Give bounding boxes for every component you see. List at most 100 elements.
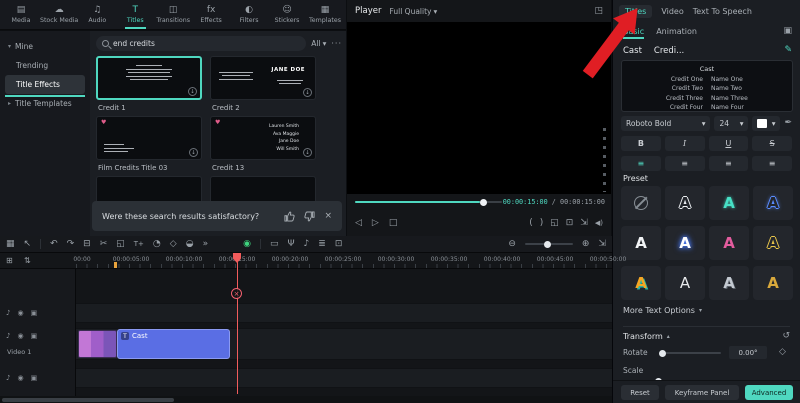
align-justify-button[interactable]: ≡ [752, 156, 792, 171]
previous-frame-icon[interactable]: ◁ [355, 219, 362, 228]
download-icon[interactable]: ↓ [303, 148, 312, 157]
tab-titles-properties[interactable]: Titles [619, 5, 652, 18]
tab-stickers[interactable]: ☺Stickers [268, 0, 306, 29]
play-button-icon[interactable]: ▷ [372, 219, 379, 228]
rotate-value[interactable]: 0.00° [729, 346, 767, 359]
title-clip-cast[interactable]: T Cast [117, 329, 230, 359]
tab-video-properties[interactable]: Video [661, 7, 683, 16]
rotate-slider[interactable] [659, 352, 721, 354]
preset-glow-blue[interactable]: A [665, 226, 705, 260]
template-tile-credit-13[interactable]: ♥ Lauren Smith Ava Maggie Jane Doe Will … [210, 116, 316, 160]
tab-text-to-speech[interactable]: Text To Speech [693, 7, 752, 16]
track-lane[interactable] [76, 303, 612, 323]
italic-button[interactable]: I [665, 136, 705, 151]
playback-progress-bar[interactable] [355, 201, 502, 203]
manage-tracks-icon[interactable]: ⊞ [6, 257, 13, 265]
reset-button[interactable]: Reset [621, 385, 659, 400]
export-frame-icon[interactable]: ⊡ [335, 240, 343, 249]
thumbs-up-icon[interactable] [284, 211, 295, 222]
track-lane[interactable] [76, 368, 612, 388]
font-size-dropdown[interactable]: 24▾ [714, 116, 748, 131]
crop-tool-icon[interactable]: ◱ [116, 240, 125, 249]
transform-section-header[interactable]: Transform ▴ ↺ [623, 326, 790, 341]
zoom-out-icon[interactable]: ⊖ [508, 240, 516, 249]
crop-icon[interactable]: ◱ [550, 219, 559, 228]
track-lock-icon[interactable]: ▣ [31, 332, 38, 340]
preset-outline-blue[interactable]: A [753, 186, 793, 220]
preset-gold[interactable]: A [753, 266, 793, 300]
track-lock-icon[interactable]: ▣ [31, 309, 38, 317]
search-input[interactable] [113, 39, 300, 48]
subtab-basic[interactable]: Basic [623, 27, 644, 36]
layer-cast[interactable]: Cast [623, 46, 642, 56]
advanced-button[interactable]: Advanced [745, 385, 793, 400]
download-icon[interactable]: ↓ [189, 148, 198, 157]
template-tile-credit-2[interactable]: JANE DOE ↓ [210, 56, 316, 100]
mark-out-icon[interactable]: ) [540, 219, 544, 228]
tab-transitions[interactable]: ◫Transitions [154, 0, 192, 29]
tab-filters[interactable]: ◐Filters [230, 0, 268, 29]
undo-icon[interactable]: ↶ [50, 240, 58, 249]
search-box[interactable] [96, 36, 306, 51]
template-tile-credit-1[interactable]: ↓ [96, 56, 202, 100]
delete-icon[interactable]: ⊟ [83, 240, 91, 249]
tab-stock-media[interactable]: ☁Stock Media [40, 0, 78, 29]
video-clip[interactable] [78, 330, 117, 358]
fullscreen-icon[interactable]: ⇲ [580, 219, 588, 228]
stop-button-icon[interactable]: □ [389, 219, 398, 228]
split-icon[interactable]: ✂ [100, 240, 108, 249]
align-center-button[interactable]: ≡ [665, 156, 705, 171]
more-tools-icon[interactable]: » [203, 240, 209, 249]
screen-record-icon[interactable]: ▭ [270, 240, 279, 249]
font-color-dropdown[interactable]: ▾ [752, 116, 780, 131]
tab-templates[interactable]: ▦Templates [306, 0, 344, 29]
tab-audio[interactable]: ♫Audio [78, 0, 116, 29]
redo-icon[interactable]: ↷ [67, 240, 75, 249]
filter-dropdown[interactable]: All▾ [311, 39, 326, 48]
layout-icon[interactable]: ▦ [6, 240, 15, 249]
sidebar-item-title-effects[interactable]: Title Effects [5, 75, 85, 94]
preset-orange-teal[interactable]: A [621, 266, 661, 300]
tab-titles[interactable]: TTitles [116, 0, 154, 29]
track-visibility-icon[interactable]: ◉ [17, 374, 23, 382]
voiceover-mic-icon[interactable]: Ψ [287, 240, 294, 249]
sidebar-item-mine[interactable]: ▾Mine [0, 37, 90, 56]
subtab-animation[interactable]: Animation [656, 27, 697, 36]
timeline-hscrollbar[interactable] [0, 396, 612, 403]
preset-outline-gold[interactable]: A [753, 226, 793, 260]
popout-player-icon[interactable]: ◳ [594, 7, 603, 16]
save-preset-icon[interactable]: ▣ [783, 27, 792, 36]
rotate-slider-knob[interactable] [659, 350, 666, 357]
timeline-zoom-slider[interactable] [525, 243, 573, 245]
fit-timeline-icon[interactable]: ⇲ [598, 240, 606, 249]
progress-knob[interactable] [480, 199, 487, 206]
layer-credits[interactable]: Credi... [654, 46, 684, 56]
audio-icon[interactable]: ♪ [304, 240, 310, 249]
volume-icon[interactable]: ◀) [595, 220, 603, 227]
audio-mixer-icon[interactable]: ≣ [318, 240, 326, 249]
zoom-in-icon[interactable]: ⊕ [582, 240, 590, 249]
align-right-button[interactable]: ≡ [709, 156, 749, 171]
download-icon[interactable]: ↓ [303, 88, 312, 97]
playhead-x-badge[interactable]: × [231, 288, 242, 299]
track-mute-icon[interactable]: ♪ [6, 309, 10, 317]
align-left-button[interactable]: ≡ [621, 156, 661, 171]
track-lock-icon[interactable]: ▣ [31, 374, 38, 382]
preset-neon-teal[interactable]: A [709, 186, 749, 220]
keyframe-panel-button[interactable]: Keyframe Panel [665, 385, 739, 400]
keyframe-icon[interactable]: ◇ [170, 240, 177, 249]
track-mute-icon[interactable]: ♪ [6, 332, 10, 340]
select-tool-icon[interactable]: ↖ [24, 240, 32, 249]
close-icon[interactable]: × [324, 211, 332, 221]
mark-in-icon[interactable]: ( [529, 219, 533, 228]
track-visibility-icon[interactable]: ◉ [17, 309, 23, 317]
zoom-slider-knob[interactable] [544, 241, 551, 248]
preset-none[interactable] [621, 186, 661, 220]
strikethrough-button[interactable]: S [752, 136, 792, 151]
timeline-ruler[interactable]: ⊞ ⇅ 00:00 00:00:05:00 00:00:10:00 00:00:… [0, 253, 612, 269]
sidebar-item-trending[interactable]: Trending [0, 56, 90, 75]
tab-effects[interactable]: fxEffects [192, 0, 230, 29]
hscrollbar-thumb[interactable] [2, 398, 174, 402]
preset-pink[interactable]: A [709, 226, 749, 260]
thumbs-down-icon[interactable] [304, 211, 315, 222]
